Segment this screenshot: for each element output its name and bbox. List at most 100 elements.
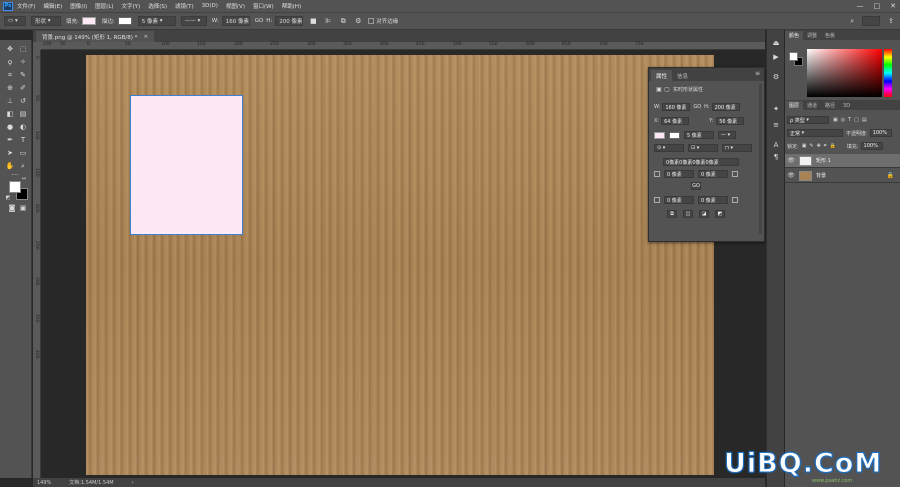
hue-slider[interactable] [884,49,892,97]
intersect-shape-icon[interactable]: ◪ [699,210,709,218]
marquee-tool-icon[interactable]: ⬚ [18,44,28,54]
tab-color[interactable]: 颜色 [785,31,804,40]
stroke-style-select[interactable]: — ▾ [718,131,736,139]
shape-stroke-swatch[interactable] [669,131,680,139]
crop-tool-icon[interactable]: ⌗ [5,70,15,80]
path-selection-tool-icon[interactable]: ➤ [5,148,15,158]
blur-tool-icon[interactable]: ● [5,122,15,132]
shape-height-field[interactable]: 200 像素 [711,103,740,111]
menu-filter[interactable]: 滤镜(T) [175,2,194,10]
stroke-align-select[interactable]: ⊙ ▾ [654,144,684,152]
width-field[interactable]: 160 像素 [221,16,250,26]
status-arrow-icon[interactable]: › [132,480,134,486]
clone-stamp-tool-icon[interactable]: ⊥ [5,96,15,106]
vertical-ruler[interactable]: 0 50 100 150 200 250 300 350 400 [33,50,41,478]
blend-mode-select[interactable]: 正常 ▾ [787,129,843,137]
path-alignment-icon[interactable]: ⊫ [323,16,333,26]
lasso-tool-icon[interactable]: ϙ [5,57,15,67]
tab-adjustments[interactable]: 调整 [803,31,821,40]
swap-colors-icon[interactable]: ↔ [21,176,27,182]
menu-3d[interactable]: 3D(D) [202,3,218,9]
shape-stroke-width[interactable]: 5 像素 [684,131,714,139]
shape-fill-swatch[interactable] [654,131,665,139]
menu-type[interactable]: 文字(Y) [122,2,141,10]
opacity-field[interactable]: 100% [869,129,892,137]
eraser-tool-icon[interactable]: ◧ [5,109,15,119]
share-icon[interactable]: ⇪ [888,17,894,25]
close-window-icon[interactable]: ✕ [890,2,896,10]
more-tools-icon[interactable]: ··· [10,170,20,180]
adjustments-panel-icon[interactable]: ✦ [771,104,781,114]
history-panel-icon[interactable]: ⏏ [771,38,781,48]
tab-paths[interactable]: 路径 [821,101,839,110]
layer-filter-icons[interactable]: ▣◎T□▤ [833,117,870,123]
link-corners-icon[interactable]: GO [691,182,701,190]
link-dimensions-icon[interactable]: GO [255,18,264,24]
tab-swatches[interactable]: 色板 [821,31,839,40]
combine-shapes-icon[interactable]: ⧉ [667,210,677,218]
magic-wand-tool-icon[interactable]: ✧ [18,57,28,67]
maximize-icon[interactable]: □ [874,2,881,10]
screen-mode-icon[interactable]: ▣ [18,203,28,213]
corner-top-left-field[interactable]: 0 像素 [664,170,694,178]
character-panel-icon[interactable]: A [771,140,781,150]
rectangle-shape-tool-icon[interactable]: ▭ [18,148,28,158]
menu-window[interactable]: 窗口(W) [253,2,274,10]
menu-image[interactable]: 图像(I) [70,2,87,10]
paragraph-panel-icon[interactable]: ¶ [771,152,781,162]
align-edges-checkbox[interactable] [368,18,375,24]
gradient-tool-icon[interactable]: ▤ [18,109,28,119]
shape-x-field[interactable]: 64 像素 [661,117,690,125]
color-panel-foreground-swatch[interactable] [789,52,798,61]
properties-panel-icon[interactable]: ⚙ [771,72,781,82]
visibility-eye-icon[interactable]: 👁 [785,157,797,164]
tab-properties[interactable]: 属性 [651,70,673,81]
shape-y-field[interactable]: 56 像素 [716,117,745,125]
horizontal-ruler[interactable]: 100 50 0 50 100 150 200 250 300 350 400 … [41,42,765,50]
brush-tool-icon[interactable]: ✐ [18,83,28,93]
tool-preset-picker[interactable]: ▭ ▾ [4,16,26,26]
foreground-color-swatch[interactable] [9,181,21,193]
tab-3d[interactable]: 3D [839,101,854,110]
path-operations-icon[interactable]: ■ [308,16,318,26]
menu-file[interactable]: 文件(F) [17,2,35,10]
layer-row-background[interactable]: 👁 背景 🔒 [785,169,900,183]
ruler-origin[interactable] [33,42,41,50]
color-spectrum-field[interactable] [807,49,882,97]
stroke-swatch-icon[interactable] [117,17,132,25]
layer-filter-select[interactable]: ρ 类型 ▾ [787,116,829,124]
settings-gear-icon[interactable]: ⚙ [353,16,363,26]
zoom-level[interactable]: 149% [37,480,51,486]
height-field[interactable]: 200 像素 [275,16,304,26]
link-size-icon[interactable]: GO [693,104,701,110]
type-tool-icon[interactable]: T [18,135,28,145]
actions-panel-icon[interactable]: ▶ [771,52,781,62]
properties-scrollbar[interactable] [759,84,762,234]
stroke-caps-select[interactable]: ⊡ ▾ [688,144,718,152]
shape-width-field[interactable]: 160 像素 [662,103,691,111]
fill-field[interactable]: 100% [860,142,883,150]
stroke-type-select[interactable]: —— ▾ [180,16,207,26]
search-icon[interactable]: ⌕ [850,17,854,26]
default-colors-icon[interactable]: ◩ [5,195,11,201]
stroke-corners-select[interactable]: ⊓ ▾ [722,144,752,152]
tab-layers[interactable]: 图层 [785,101,804,110]
visibility-eye-icon[interactable]: 👁 [785,172,797,179]
menu-edit[interactable]: 编辑(E) [43,2,62,10]
corner-top-right-field[interactable]: 0 像素 [698,170,728,178]
tab-channels[interactable]: 通道 [803,101,821,110]
document-tab[interactable]: 背景.png @ 149% (矩形 1, RGB/8) * × [36,31,155,42]
pen-tool-icon[interactable]: ✒ [5,135,15,145]
close-tab-icon[interactable]: × [143,34,148,40]
quick-mask-icon[interactable]: ◙ [7,203,17,213]
panel-menu-icon[interactable]: ≡ [755,70,760,77]
corner-bottom-left-field[interactable]: 0 像素 [664,196,694,204]
lock-options-icons[interactable]: ▣✎✥⌗🔒 [802,143,839,149]
rectangle-shape-layer[interactable] [130,95,243,235]
workspace-switcher[interactable] [862,16,881,26]
layer-row-rectangle[interactable]: 👁 矩形 1 [785,154,900,168]
brush-settings-icon[interactable]: ≡ [771,120,781,130]
dodge-tool-icon[interactable]: ◐ [18,122,28,132]
menu-view[interactable]: 视图(V) [226,2,245,10]
healing-brush-tool-icon[interactable]: ⊕ [5,83,15,93]
